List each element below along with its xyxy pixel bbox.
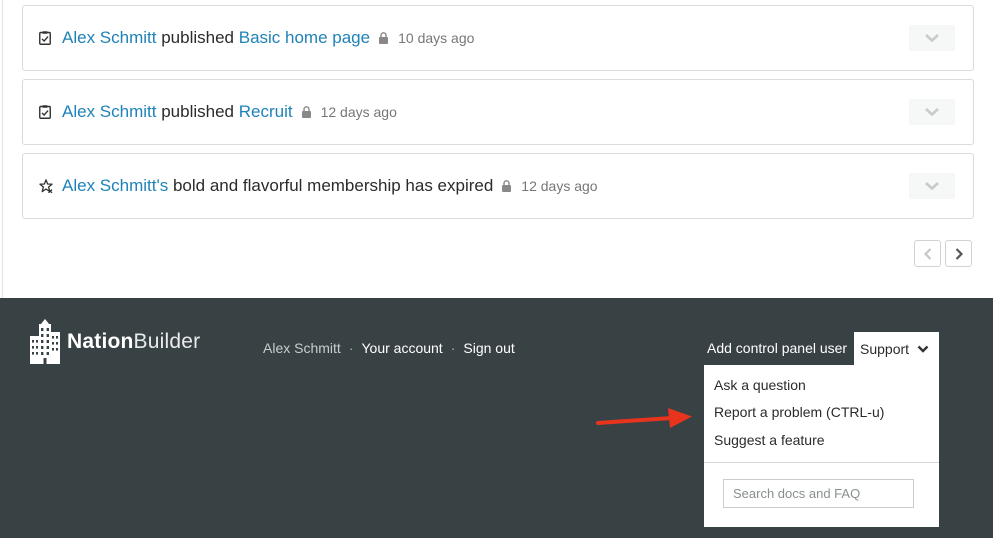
lock-icon <box>502 180 512 192</box>
support-label: Support <box>860 340 910 357</box>
sign-out-link[interactable]: Sign out <box>463 340 514 356</box>
suggest-feature-item[interactable]: Suggest a feature <box>714 432 825 448</box>
your-account-link[interactable]: Your account <box>361 340 442 356</box>
building-logo-icon <box>30 319 60 364</box>
next-page-button[interactable] <box>945 240 972 267</box>
activity-line: Alex Schmitt published Basic home page 1… <box>39 6 474 70</box>
star-icon <box>39 178 53 194</box>
expand-button[interactable] <box>909 25 955 51</box>
activity-verb: published <box>161 102 234 121</box>
page-link[interactable]: Basic home page <box>239 28 370 47</box>
separator: · <box>450 340 456 356</box>
chevron-down-icon <box>917 345 929 353</box>
menu-divider <box>704 462 939 463</box>
annotation-arrow-icon <box>596 408 692 428</box>
chevron-down-icon <box>925 182 939 191</box>
expand-button[interactable] <box>909 99 955 125</box>
brand-first: Nation <box>67 330 134 353</box>
checklist-icon <box>39 104 53 120</box>
activity-line: Alex Schmitt's bold and flavorful member… <box>39 154 598 218</box>
support-menu: Ask a question Report a problem (CTRL-u)… <box>704 365 939 527</box>
expand-button[interactable] <box>909 173 955 199</box>
lock-icon <box>301 106 311 118</box>
checklist-icon <box>39 30 53 46</box>
timestamp: 10 days ago <box>398 30 475 46</box>
brand-second: Builder <box>133 330 201 353</box>
report-problem-item[interactable]: Report a problem (CTRL-u) <box>714 404 884 420</box>
ask-question-item[interactable]: Ask a question <box>714 377 806 393</box>
add-control-panel-user-link[interactable]: Add control panel user <box>707 340 847 356</box>
chevron-down-icon <box>925 108 939 117</box>
page-link[interactable]: Recruit <box>239 102 293 121</box>
footer: NationBuilder Alex Schmitt · Your account ·… <box>0 298 993 538</box>
chevron-left-icon <box>923 247 931 260</box>
previous-page-button[interactable] <box>914 240 941 267</box>
activity-item: Alex Schmitt's bold and flavorful member… <box>22 153 974 219</box>
content-border <box>2 0 3 298</box>
separator: · <box>348 340 354 356</box>
activity-feed: Alex Schmitt published Basic home page 1… <box>0 0 993 298</box>
activity-line: Alex Schmitt published Recruit 12 days a… <box>39 80 397 144</box>
timestamp: 12 days ago <box>320 104 397 120</box>
actor-link[interactable]: Alex Schmitt's <box>62 176 168 195</box>
actor-link[interactable]: Alex Schmitt <box>62 102 156 121</box>
chevron-down-icon <box>925 34 939 43</box>
nationbuilder-logo[interactable]: NationBuilder <box>28 318 200 366</box>
chevron-right-icon <box>955 247 963 260</box>
user-name: Alex Schmitt <box>263 340 341 356</box>
timestamp: 12 days ago <box>521 178 598 194</box>
search-docs-input[interactable] <box>723 479 914 508</box>
account-links: Alex Schmitt · Your account · Sign out <box>263 340 515 356</box>
support-dropdown-button[interactable]: Support <box>854 332 939 365</box>
activity-item: Alex Schmitt published Recruit 12 days a… <box>22 79 974 145</box>
lock-icon <box>379 32 389 44</box>
activity-verb: published <box>161 28 234 47</box>
logo-wordmark: NationBuilder <box>67 330 200 354</box>
activity-description: bold and flavorful membership has expire… <box>172 176 494 195</box>
activity-item: Alex Schmitt published Basic home page 1… <box>22 5 974 71</box>
actor-link[interactable]: Alex Schmitt <box>62 28 156 47</box>
